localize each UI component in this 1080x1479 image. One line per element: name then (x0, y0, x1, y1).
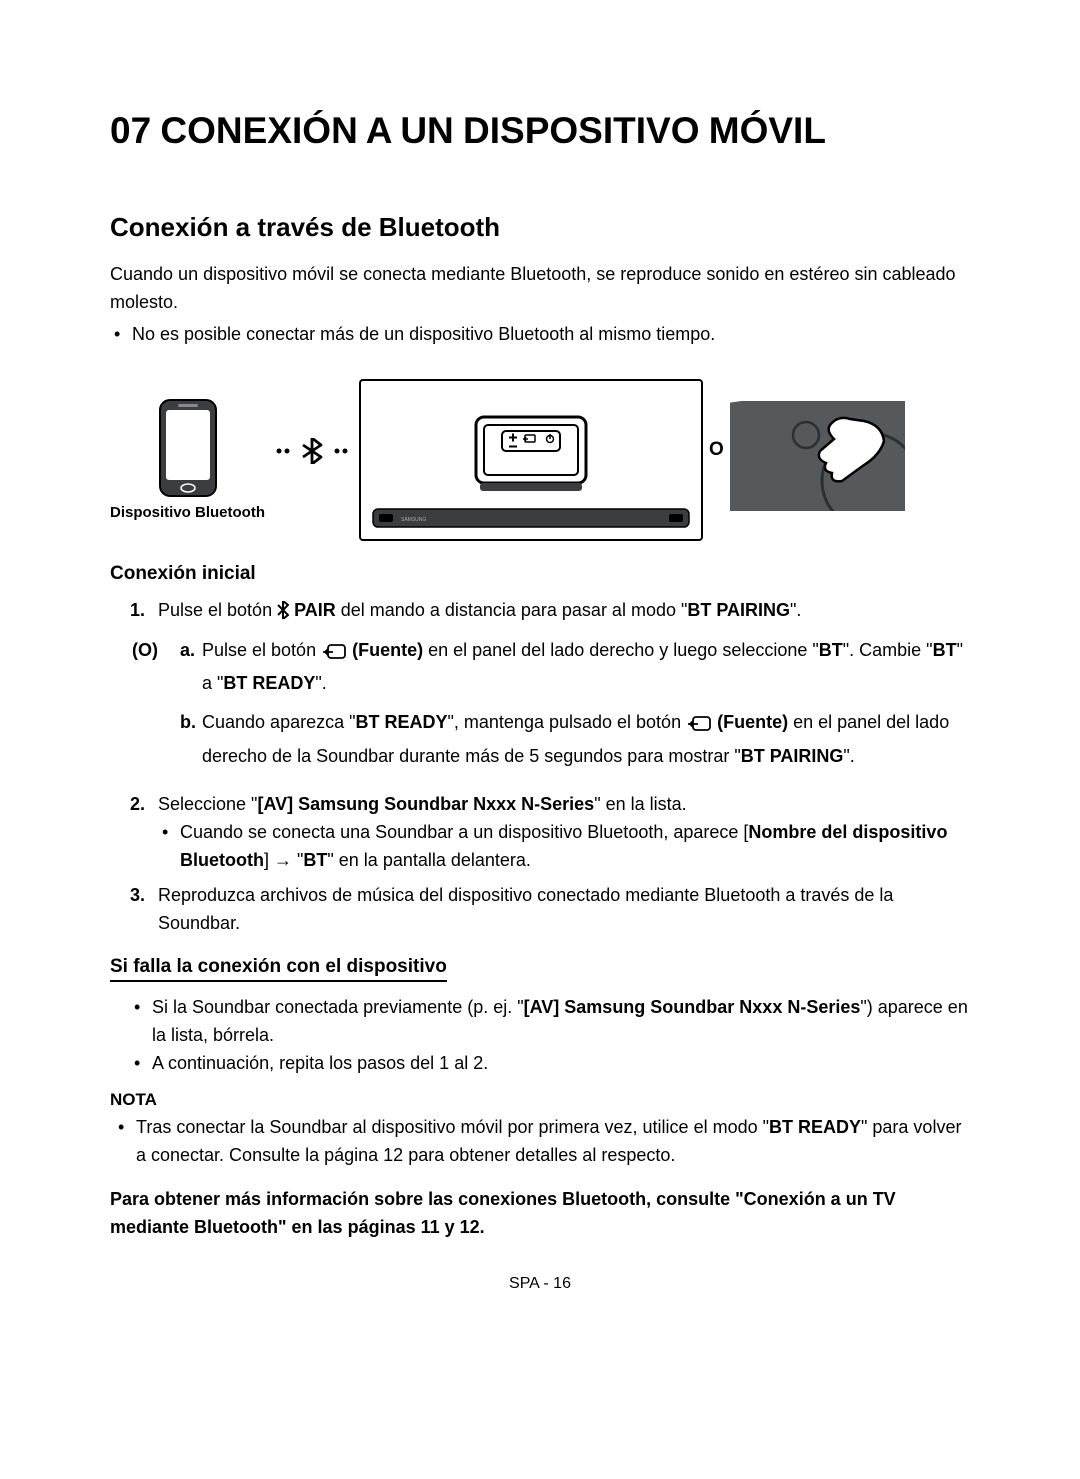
final-note: Para obtener más información sobre las c… (110, 1186, 970, 1242)
text: " en la lista. (594, 794, 686, 814)
text: ". (843, 746, 854, 766)
page: 07 CONEXIÓN A UN DISPOSITIVO MÓVIL Conex… (0, 0, 1080, 1333)
substep-a: a. Pulse el botón (Fuente) en el panel d… (180, 636, 970, 699)
page-footer: SPA - 16 (110, 1275, 970, 1293)
step-2-bullet: Cuando se conecta una Soundbar a un disp… (158, 819, 970, 875)
device-name: [AV] Samsung Soundbar Nxxx N-Series (524, 997, 861, 1017)
section-heading: Conexión a través de Bluetooth (110, 212, 970, 243)
bt-label: BT (303, 850, 327, 870)
text: Cuando aparezca " (202, 712, 356, 732)
btpair-label: BT PAIRING (741, 746, 844, 766)
mode-label: BT PAIRING (687, 600, 790, 620)
bt-label: BT (933, 640, 957, 660)
bt-label: BT (819, 640, 843, 660)
initial-heading: Conexión inicial (110, 563, 970, 585)
source-icon (321, 641, 347, 670)
nota-label: NOTA (110, 1090, 970, 1110)
intro-bullet-list: No es posible conectar más de un disposi… (110, 321, 970, 349)
text: ", mantenga pulsado el botón (448, 712, 687, 732)
device-name: [AV] Samsung Soundbar Nxxx N-Series (257, 794, 594, 814)
step-1: Pulse el botón PAIR del mando a distanci… (130, 597, 970, 628)
or-block: (O) a. Pulse el botón (Fuente) en el pan… (132, 636, 970, 781)
btready-label: BT READY (769, 1117, 861, 1137)
fail-heading: Si falla la conexión con el dispositivo (110, 956, 970, 982)
phone-label: Dispositivo Bluetooth (110, 504, 265, 521)
text: Pulse el botón (202, 640, 321, 660)
fail-list: Si la Soundbar conectada previamente (p.… (130, 994, 970, 1078)
nota-bullet: Tras conectar la Soundbar al dispositivo… (114, 1114, 970, 1170)
text: en el panel del lado derecho y luego sel… (423, 640, 819, 660)
intro-text: Cuando un dispositivo móvil se conecta m… (110, 261, 970, 317)
phone-figure: Dispositivo Bluetooth (110, 398, 265, 521)
figure-row: Dispositivo Bluetooth (110, 379, 970, 541)
step-2: Seleccione "[AV] Samsung Soundbar Nxxx N… (130, 791, 970, 875)
text: ". Cambie " (843, 640, 933, 660)
steps-list-cont: Seleccione "[AV] Samsung Soundbar Nxxx N… (130, 791, 970, 938)
soundbar-front-figure: SAMSUNG (359, 379, 703, 541)
substep-b: b. Cuando aparezca "BT READY", mantenga … (180, 708, 970, 771)
or-label: (O) (132, 636, 180, 781)
text: del mando a distancia para pasar al modo… (336, 600, 688, 620)
page-title: 07 CONEXIÓN A UN DISPOSITIVO MÓVIL (110, 110, 970, 152)
source-label: (Fuente) (712, 712, 788, 732)
svg-text:SAMSUNG: SAMSUNG (401, 517, 426, 523)
bluetooth-icon (277, 600, 289, 628)
intro-bullet: No es posible conectar más de un disposi… (110, 321, 970, 349)
letter: b. (180, 708, 196, 737)
source-label: (Fuente) (347, 640, 423, 660)
fail-bullet-1: Si la Soundbar conectada previamente (p.… (130, 994, 970, 1050)
steps-list: Pulse el botón PAIR del mando a distanci… (130, 597, 970, 628)
text: Cuando se conecta una Soundbar a un disp… (180, 822, 748, 842)
text: Si la Soundbar conectada previamente (p.… (152, 997, 524, 1017)
phone-icon (154, 398, 222, 498)
nota-list: Tras conectar la Soundbar al dispositivo… (114, 1114, 970, 1170)
text: Tras conectar la Soundbar al dispositivo… (136, 1117, 769, 1137)
text: ] → " (264, 850, 303, 870)
fail-bullet-2: A continuación, repita los pasos del 1 a… (130, 1050, 970, 1078)
text: ". (315, 673, 326, 693)
pair-label: PAIR (289, 600, 336, 620)
text: " en la pantalla delantera. (327, 850, 531, 870)
source-icon (686, 713, 712, 742)
soundbar-touch-figure (730, 401, 905, 511)
text: ". (790, 600, 801, 620)
btready-label: BT READY (356, 712, 448, 732)
text: Seleccione " (158, 794, 257, 814)
btready-label: BT READY (223, 673, 315, 693)
fail-heading-text: Si falla la conexión con el dispositivo (110, 956, 447, 982)
letter: a. (180, 636, 195, 665)
step-3: Reproduzca archivos de música del dispos… (130, 882, 970, 938)
or-separator: O (709, 439, 724, 461)
bt-signal-icon (273, 438, 351, 464)
text: Pulse el botón (158, 600, 277, 620)
